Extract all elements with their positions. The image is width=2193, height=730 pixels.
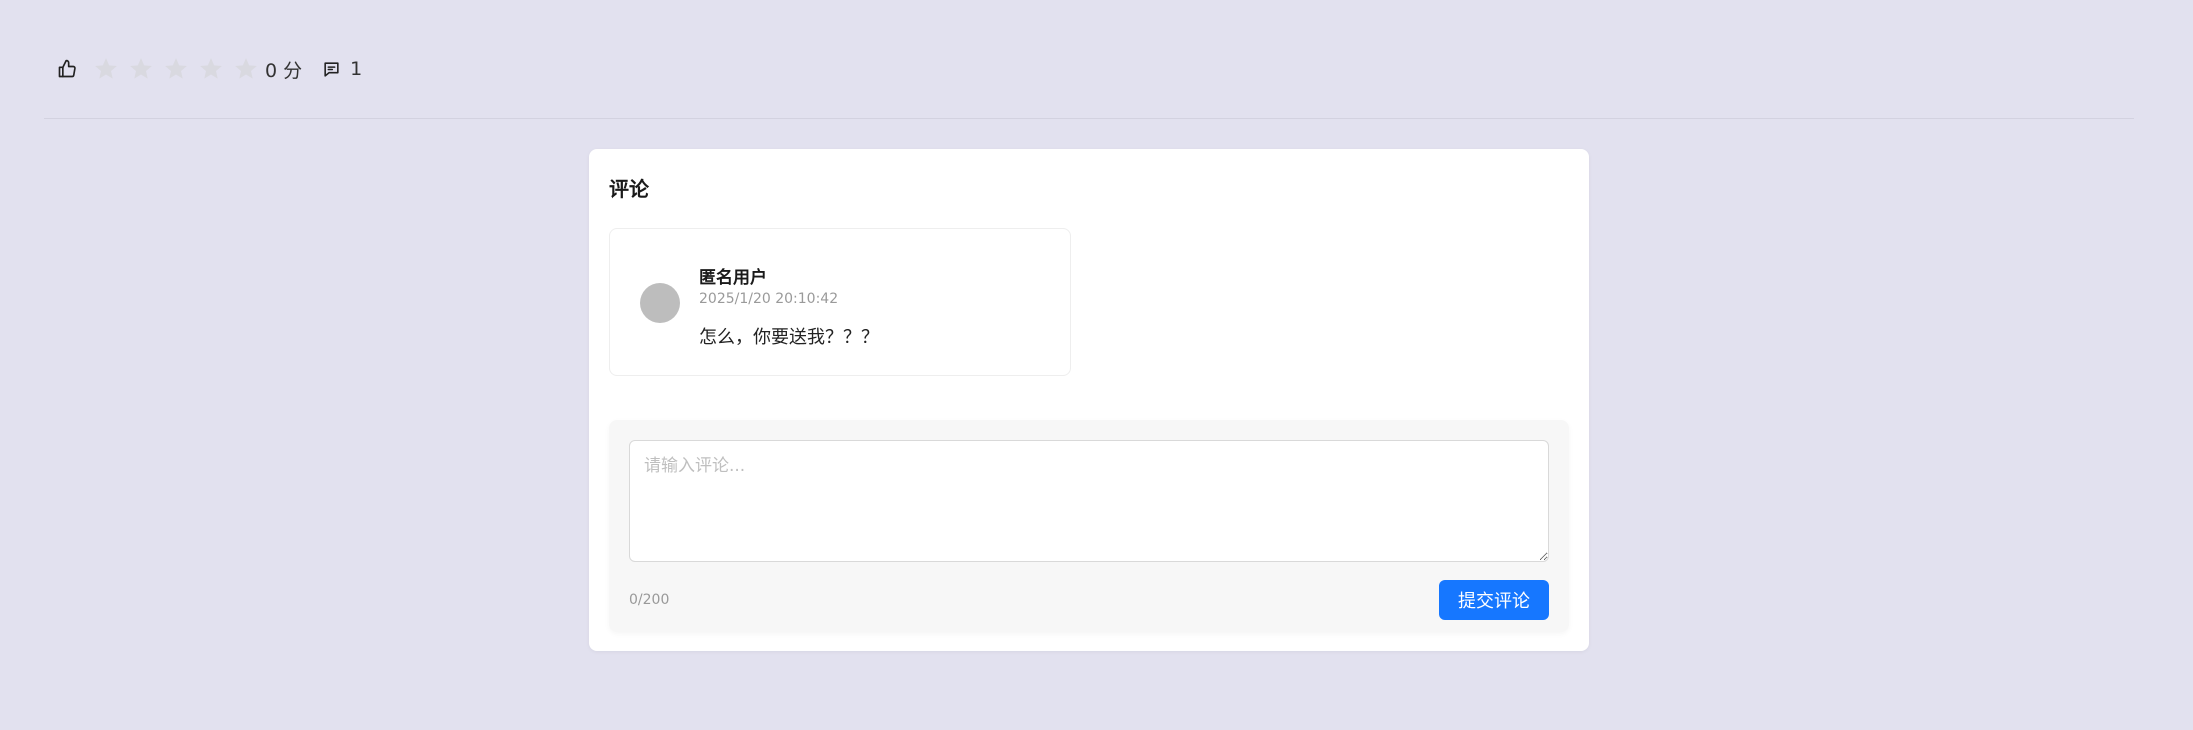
star-rating — [88, 54, 263, 84]
comment-count: 1 — [350, 58, 363, 80]
avatar — [640, 283, 680, 323]
comment-username: 匿名用户 — [699, 268, 767, 288]
char-counter: 0/200 — [629, 592, 670, 608]
comments-panel: 评论 匿名用户 2025/1/20 20:10:42 怎么，你要送我？？？ 0/… — [589, 149, 1589, 651]
rating-bar: 0 分 1 — [56, 50, 362, 88]
rating-score: 0 分 — [265, 59, 303, 82]
comment-text: 怎么，你要送我？？？ — [699, 327, 879, 348]
divider — [44, 118, 2134, 119]
comment-item: 匿名用户 2025/1/20 20:10:42 怎么，你要送我？？？ — [609, 228, 1071, 376]
thumbs-up-icon[interactable] — [56, 58, 78, 80]
star-1-icon[interactable] — [88, 54, 123, 84]
star-3-icon[interactable] — [158, 54, 193, 84]
star-4-icon[interactable] — [193, 54, 228, 84]
comment-timestamp: 2025/1/20 20:10:42 — [699, 291, 839, 307]
comment-input[interactable] — [629, 440, 1549, 562]
comment-compose-box: 0/200 提交评论 — [609, 420, 1569, 632]
comment-count-button[interactable]: 1 — [320, 58, 362, 80]
star-2-icon[interactable] — [123, 54, 158, 84]
comment-bubble-icon — [320, 58, 342, 80]
star-5-icon[interactable] — [228, 54, 263, 84]
comments-title: 评论 — [609, 177, 649, 201]
submit-comment-button[interactable]: 提交评论 — [1439, 580, 1549, 620]
